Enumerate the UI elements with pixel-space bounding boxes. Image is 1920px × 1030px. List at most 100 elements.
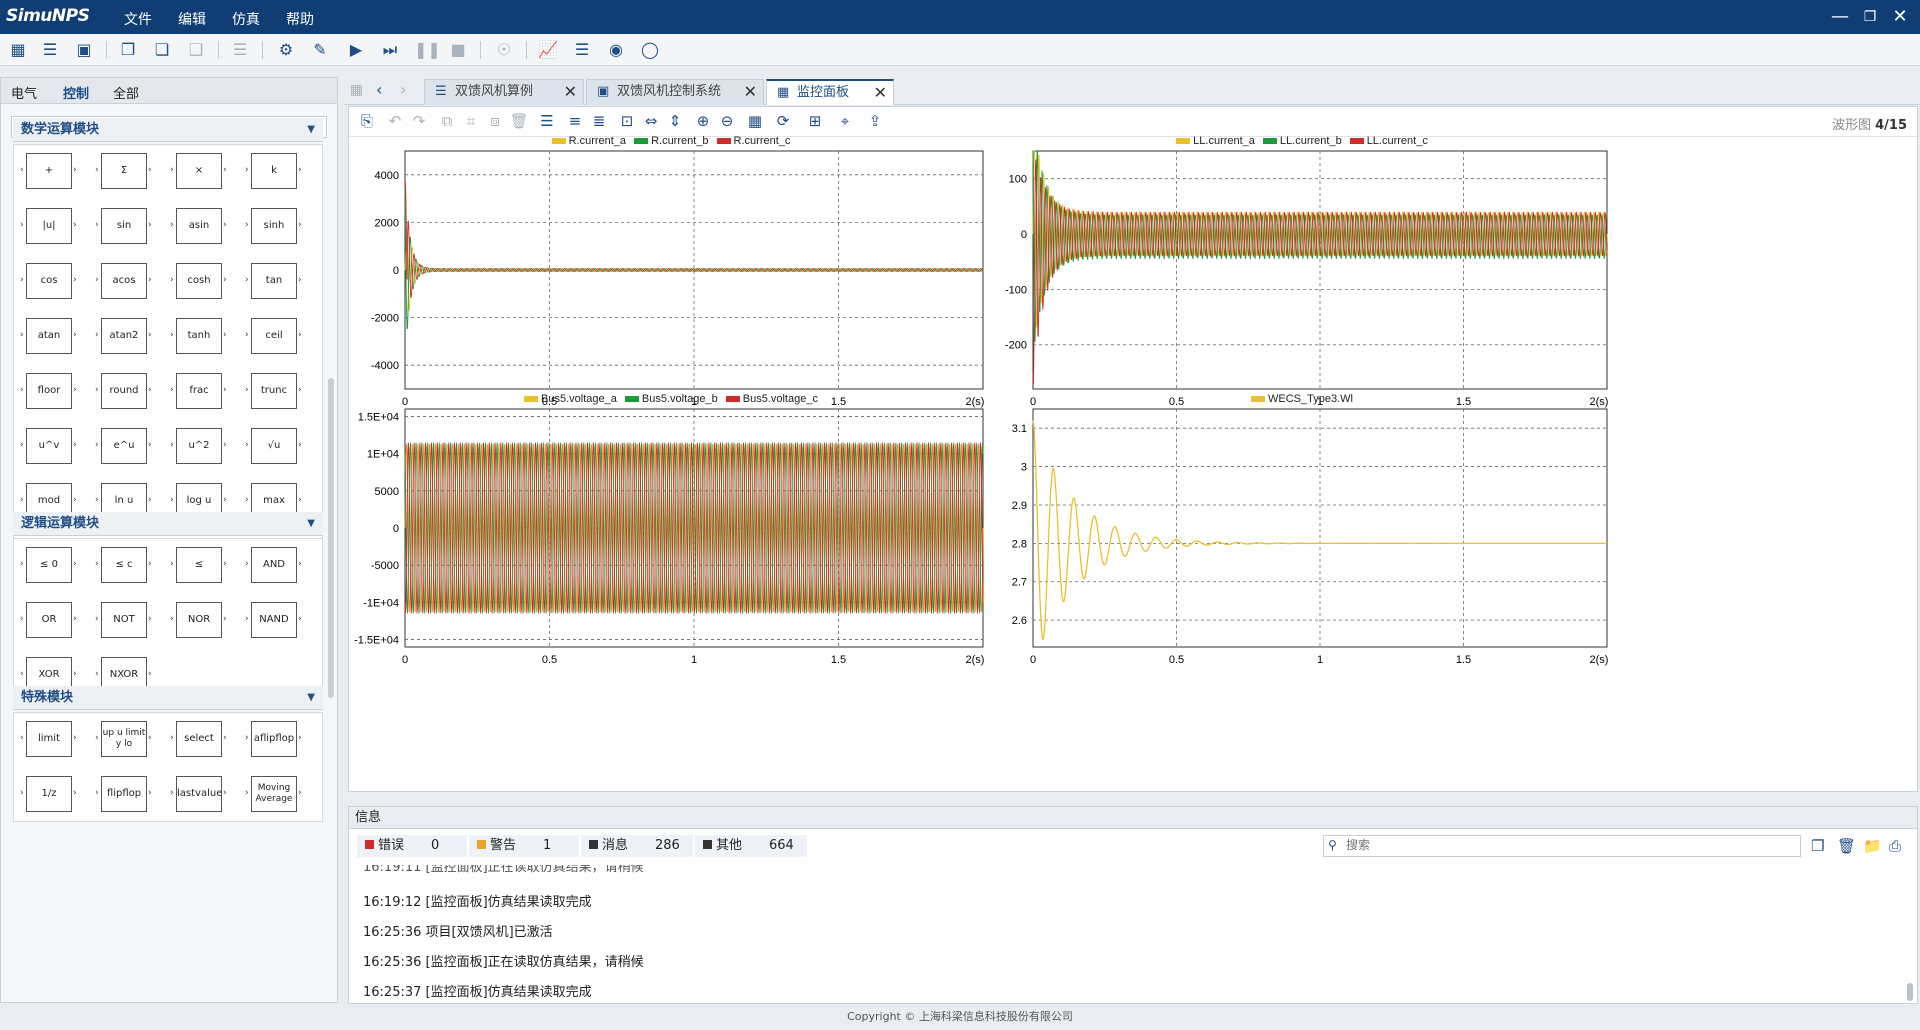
stop-icon[interactable]: ■ <box>448 40 468 60</box>
waveform-chart[interactable]: Bus5.voltage_a Bus5.voltage_b Bus5.voltage… <box>353 393 989 691</box>
step-icon[interactable]: ⏭ <box>380 40 400 60</box>
zoom-in-icon[interactable]: ⊕ <box>693 111 713 131</box>
block-item[interactable]: u^v <box>26 428 72 464</box>
block-item[interactable]: trunc <box>251 373 297 409</box>
menu-simulate[interactable]: 仿真 <box>232 9 260 29</box>
info-search[interactable]: ⚲ <box>1323 835 1801 857</box>
block-item[interactable]: 1/z <box>26 776 72 812</box>
chevron-down-icon[interactable]: ▼ <box>307 686 315 710</box>
block-item[interactable]: tan <box>251 263 297 299</box>
block-item[interactable]: AND <box>251 547 297 583</box>
grid-icon[interactable]: ▦ <box>8 40 28 60</box>
error-count[interactable]: 错误 0 <box>357 835 467 857</box>
layout-icon[interactable]: ▦ <box>745 111 765 131</box>
align-left-icon[interactable]: ≡ <box>565 111 585 131</box>
block-item[interactable]: |u| <box>26 208 72 244</box>
block-item[interactable]: cosh <box>176 263 222 299</box>
upload-icon[interactable]: ⇪ <box>865 111 885 131</box>
info-search-input[interactable] <box>1346 838 1786 852</box>
restore-icon[interactable]: ❐ <box>1856 4 1884 30</box>
block-item[interactable]: ≤ 0 <box>26 547 72 583</box>
tab-monitor-panel[interactable]: ▦ 监控面板 ✕ <box>766 79 894 105</box>
close-icon[interactable]: ✕ <box>564 80 577 104</box>
paste-icon[interactable]: ⧈ <box>485 111 505 131</box>
minimize-icon[interactable]: — <box>1826 4 1854 30</box>
fit-width-icon[interactable]: ⇔ <box>641 111 661 131</box>
close-window-icon[interactable]: ✕ <box>1886 4 1914 30</box>
menu-edit[interactable]: 编辑 <box>178 9 206 29</box>
block-item[interactable]: √u <box>251 428 297 464</box>
menu-help[interactable]: 帮助 <box>286 9 314 29</box>
chevron-down-icon[interactable]: ▼ <box>307 118 315 142</box>
waveform-chart[interactable]: R.current_a R.current_b R.current_c 4000 200… <box>353 135 989 433</box>
block-item[interactable]: + <box>26 153 72 189</box>
tab-all[interactable]: 全部 <box>113 83 139 102</box>
block-item[interactable]: frac <box>176 373 222 409</box>
menu-file[interactable]: 文件 <box>124 9 152 29</box>
block-item[interactable]: up u limit y lo <box>101 721 147 757</box>
block-item[interactable]: u^2 <box>176 428 222 464</box>
block-item[interactable]: ≤ <box>176 547 222 583</box>
tab-dfig-example[interactable]: ☰ 双馈风机算例 ✕ <box>424 79 584 105</box>
new-file-icon[interactable]: ❐ <box>118 40 138 60</box>
block-item[interactable]: asin <box>176 208 222 244</box>
block-item[interactable]: e^u <box>101 428 147 464</box>
block-item[interactable]: Moving Average <box>251 776 297 812</box>
copy-icon[interactable]: ⧉ <box>437 111 457 131</box>
block-item[interactable]: lastvalue <box>176 776 222 812</box>
zoom-out-icon[interactable]: ⊖ <box>717 111 737 131</box>
copy-icon[interactable]: ❐ <box>1811 837 1824 855</box>
panel-icon[interactable]: ▣ <box>74 40 94 60</box>
block-item[interactable]: tanh <box>176 318 222 354</box>
pause-icon[interactable]: ❚❚ <box>414 40 441 60</box>
section-header[interactable]: 数学运算模块 ▼ <box>13 118 323 142</box>
block-item[interactable]: Σ <box>101 153 147 189</box>
open-file-icon[interactable]: ❏ <box>152 40 172 60</box>
headset-icon[interactable]: ◯ <box>640 40 660 60</box>
align-right-icon[interactable]: ≣ <box>589 111 609 131</box>
block-item[interactable]: NOT <box>101 602 147 638</box>
block-item[interactable]: cos <box>26 263 72 299</box>
probe-icon[interactable]: ☉ <box>494 40 514 60</box>
align-icon[interactable]: ☰ <box>230 40 250 60</box>
grid-select-icon[interactable]: ⊞ <box>805 111 825 131</box>
block-item[interactable]: flipflop <box>101 776 147 812</box>
chevron-down-icon[interactable]: ▼ <box>307 512 315 536</box>
info-scrollbar[interactable] <box>1907 983 1913 1001</box>
rows-icon[interactable]: ☰ <box>537 111 557 131</box>
export-icon[interactable]: ⎘ <box>357 111 377 131</box>
block-item[interactable]: ≤ c <box>101 547 147 583</box>
block-item[interactable]: floor <box>26 373 72 409</box>
delete-icon[interactable]: 🗑 <box>509 111 529 131</box>
redo-icon[interactable]: ↷ <box>409 111 429 131</box>
block-item[interactable]: aflipflop <box>251 721 297 757</box>
tab-electrical[interactable]: 电气 <box>11 83 37 102</box>
chevron-left-icon[interactable]: ‹ <box>376 80 382 99</box>
close-icon[interactable]: ✕ <box>744 80 757 104</box>
play-icon[interactable]: ▶ <box>346 40 366 60</box>
warning-count[interactable]: 警告 1 <box>469 835 579 857</box>
library-scrollbar[interactable] <box>328 378 334 698</box>
chart-icon[interactable]: 📈 <box>538 40 558 60</box>
block-item[interactable]: sinh <box>251 208 297 244</box>
crop-icon[interactable]: ⌗ <box>461 111 481 131</box>
block-item[interactable]: atan <box>26 318 72 354</box>
refresh-icon[interactable]: ⟳ <box>773 111 793 131</box>
block-item[interactable]: sin <box>101 208 147 244</box>
monitor-icon[interactable]: ◉ <box>606 40 626 60</box>
block-item[interactable]: NAND <box>251 602 297 638</box>
block-item[interactable]: select <box>176 721 222 757</box>
message-count[interactable]: 消息 286 <box>581 835 693 857</box>
undo-icon[interactable]: ↶ <box>385 111 405 131</box>
settings-icon[interactable]: ⚙ <box>276 40 296 60</box>
trash-icon[interactable]: 🗑 <box>1837 837 1856 855</box>
block-item[interactable]: limit <box>26 721 72 757</box>
waveform-chart[interactable]: LL.current_a LL.current_b LL.current_c 100 0… <box>989 135 1615 433</box>
tab-dfig-control[interactable]: ▣ 双馈风机控制系统 ✕ <box>586 79 764 105</box>
waveform-chart[interactable]: WECS_Type3.Wl 3.1 3 2.9 2.8 2.7 2.6 0 0.5 1 1.5 2(s… <box>989 393 1615 691</box>
block-item[interactable]: atan2 <box>101 318 147 354</box>
block-item[interactable]: NOR <box>176 602 222 638</box>
fit-icon[interactable]: ⊡ <box>617 111 637 131</box>
tab-control[interactable]: 控制 <box>63 83 89 102</box>
cursor-icon[interactable]: ⌖ <box>835 111 855 131</box>
